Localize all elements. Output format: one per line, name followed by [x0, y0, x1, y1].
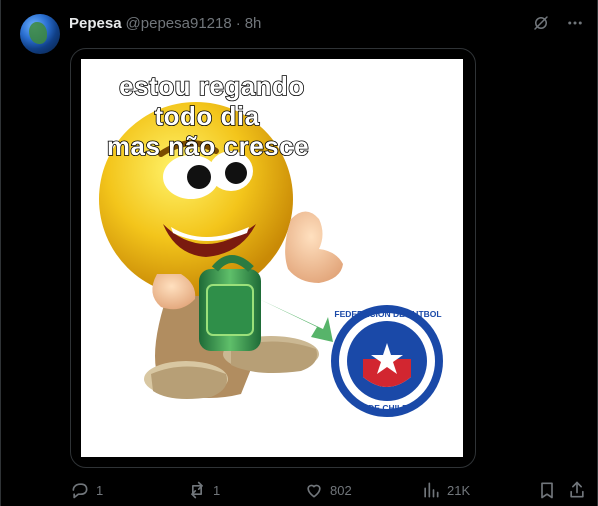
avatar[interactable] — [20, 14, 60, 54]
post-top-actions — [530, 12, 586, 34]
repost-count: 1 — [213, 482, 221, 498]
badge-text-top: FEDERACION DE FUTBOL — [334, 309, 441, 319]
reply-icon — [72, 483, 88, 499]
views-button[interactable]: 21K — [421, 478, 470, 502]
grok-icon[interactable] — [530, 12, 552, 34]
reply-count: 1 — [96, 482, 104, 498]
frame-border-left — [0, 0, 1, 506]
reply-button[interactable]: 1 — [70, 478, 103, 502]
author-handle[interactable]: @pepesa91218 — [126, 15, 232, 32]
post-media[interactable]: FEDERACION DE FUTBOL DE CHILE estou rega… — [70, 48, 476, 468]
meme-line-2: todo dia — [154, 101, 260, 131]
post-timestamp[interactable]: 8h — [245, 15, 262, 32]
share-button[interactable] — [567, 478, 587, 502]
author-name[interactable]: Pepesa — [69, 15, 122, 32]
meme-line-1: estou regando — [118, 71, 305, 101]
separator-dot: · — [235, 14, 241, 32]
badge-text-bottom: DE CHILE — [368, 403, 408, 413]
bookmark-icon — [541, 482, 553, 499]
views-count: 21K — [447, 482, 471, 498]
bookmark-button[interactable] — [537, 478, 557, 502]
meme-image: FEDERACION DE FUTBOL DE CHILE estou rega… — [81, 59, 463, 457]
repost-button[interactable]: 1 — [187, 478, 220, 502]
meme-line-3: mas não cresce — [106, 131, 310, 161]
like-button[interactable]: 802 — [304, 478, 352, 502]
like-icon — [307, 484, 321, 498]
like-count: 802 — [330, 482, 352, 498]
more-icon[interactable] — [564, 12, 586, 34]
post-actions-bar: 1 1 802 21K — [0, 478, 598, 502]
post-header: Pepesa @pepesa91218 · 8h — [69, 13, 261, 33]
repost-icon — [191, 481, 203, 499]
views-icon — [424, 482, 439, 498]
chile-federation-badge — [331, 305, 443, 417]
share-icon — [570, 481, 584, 498]
